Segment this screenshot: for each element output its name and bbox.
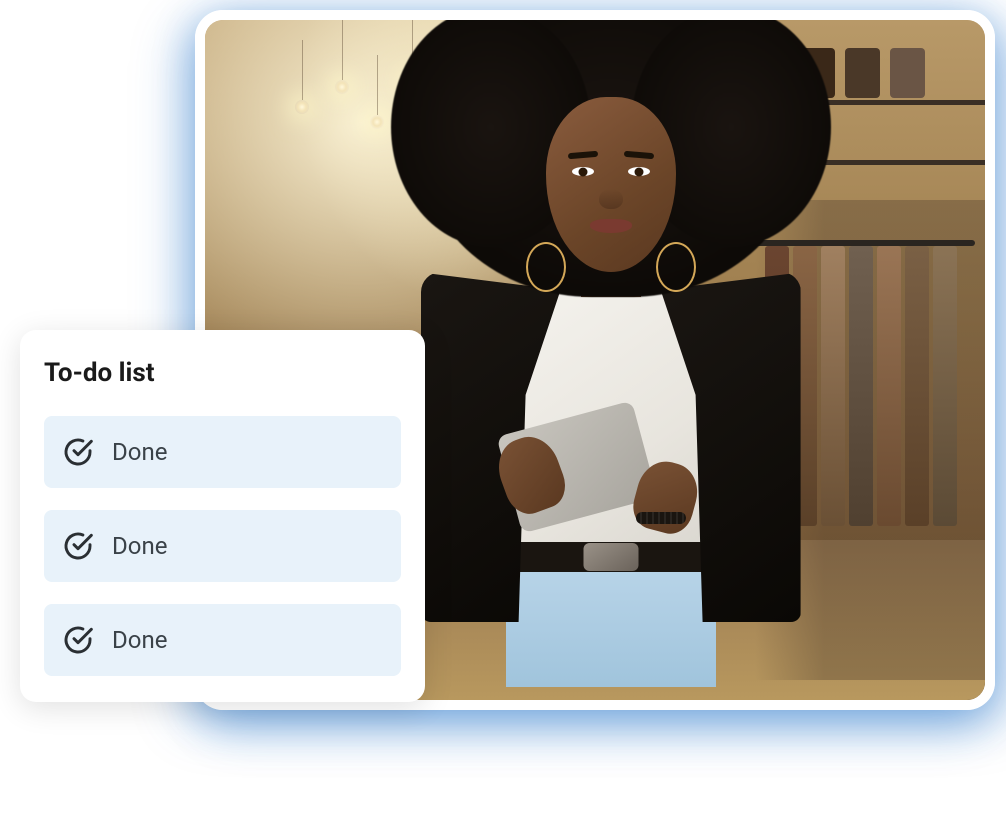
todo-list-card: To-do list Done Done Done bbox=[20, 330, 425, 702]
check-circle-icon bbox=[62, 624, 94, 656]
todo-list-title: To-do list bbox=[44, 358, 401, 388]
check-circle-icon bbox=[62, 436, 94, 468]
todo-item-label: Done bbox=[112, 438, 167, 466]
todo-item: Done bbox=[44, 510, 401, 582]
todo-item: Done bbox=[44, 604, 401, 676]
todo-item-label: Done bbox=[112, 626, 167, 654]
todo-item-label: Done bbox=[112, 532, 167, 560]
check-circle-icon bbox=[62, 530, 94, 562]
todo-item: Done bbox=[44, 416, 401, 488]
